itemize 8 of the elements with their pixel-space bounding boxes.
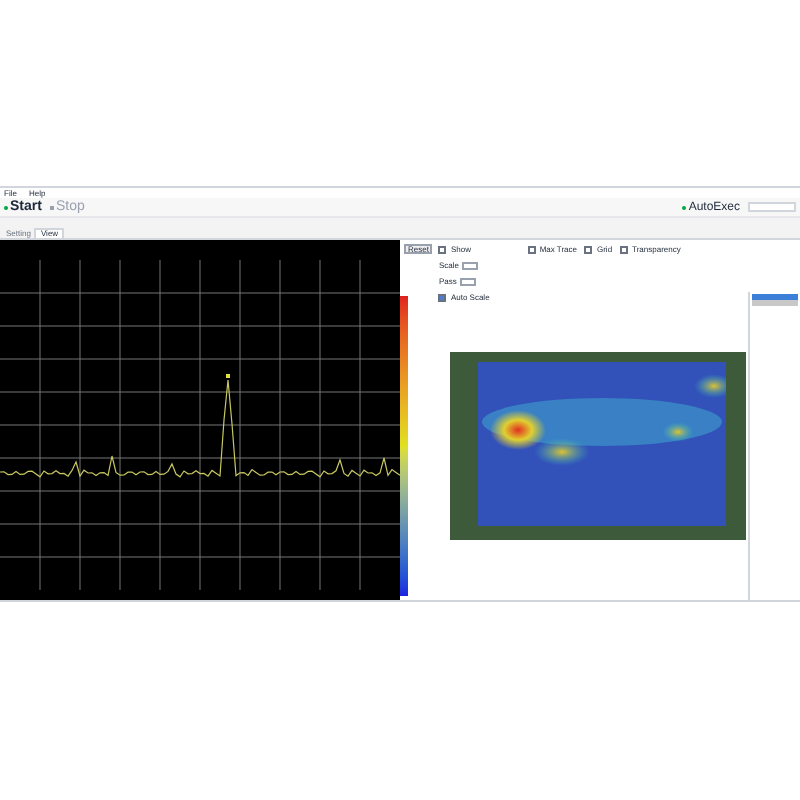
scale-field[interactable] [462, 262, 479, 270]
checkbox[interactable] [620, 246, 629, 254]
dropdown-field[interactable] [748, 202, 796, 212]
checkbox[interactable] [584, 246, 593, 254]
checkbox[interactable] [438, 246, 447, 254]
pass-field[interactable] [460, 278, 477, 286]
checkbox[interactable] [438, 294, 447, 302]
checkbox[interactable] [527, 246, 536, 254]
